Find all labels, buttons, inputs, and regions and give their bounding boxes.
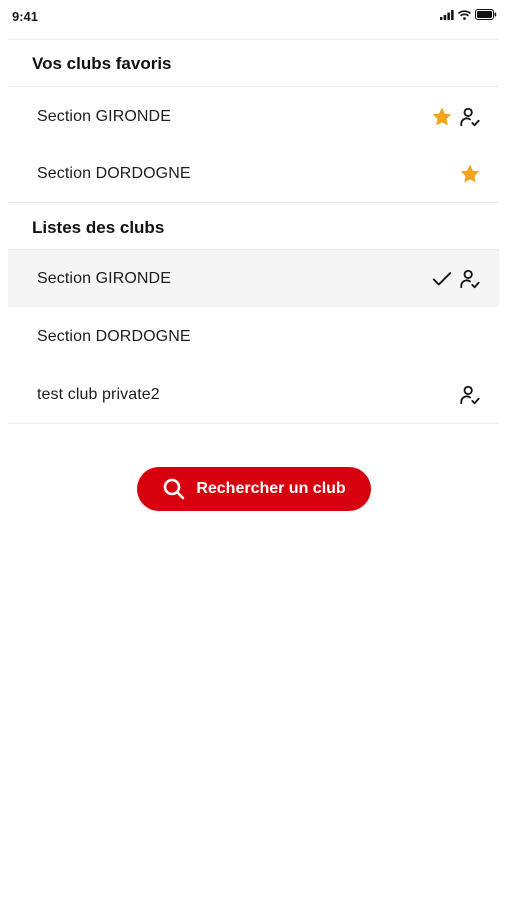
status-icons bbox=[440, 7, 497, 25]
club-name: Section GIRONDE bbox=[37, 269, 171, 287]
star-icon[interactable] bbox=[431, 106, 453, 128]
club-name: Section DORDOGNE bbox=[37, 327, 191, 345]
club-row-dordogne[interactable]: Section DORDOGNE bbox=[8, 308, 499, 365]
divider bbox=[8, 39, 499, 40]
club-name: test club private2 bbox=[37, 385, 160, 403]
divider bbox=[8, 86, 499, 87]
favorite-club-row-dordogne[interactable]: Section DORDOGNE bbox=[8, 145, 499, 202]
club-name: Section GIRONDE bbox=[37, 107, 171, 125]
divider bbox=[8, 423, 499, 424]
club-row-gironde[interactable]: Section GIRONDE bbox=[8, 250, 499, 307]
search-club-button[interactable]: Rechercher un club bbox=[137, 467, 371, 511]
user-check-icon bbox=[459, 384, 481, 406]
user-check-icon bbox=[459, 106, 481, 128]
signal-icon bbox=[440, 7, 454, 25]
club-row-test-private2[interactable]: test club private2 bbox=[8, 366, 499, 423]
status-time: 9:41 bbox=[12, 8, 39, 24]
status-bar: 9:41 bbox=[0, 0, 507, 34]
star-icon[interactable] bbox=[459, 163, 481, 185]
search-club-label: Rechercher un club bbox=[196, 480, 346, 497]
clubs-section-title: Listes des clubs bbox=[32, 218, 165, 237]
divider bbox=[8, 202, 499, 203]
user-check-icon bbox=[459, 268, 481, 290]
battery-icon bbox=[475, 7, 497, 25]
club-name: Section DORDOGNE bbox=[37, 164, 191, 182]
wifi-icon bbox=[457, 7, 472, 25]
search-icon bbox=[162, 477, 186, 501]
checkmark-icon bbox=[431, 268, 453, 290]
favorites-section-title: Vos clubs favoris bbox=[32, 54, 172, 73]
favorite-club-row-gironde[interactable]: Section GIRONDE bbox=[8, 88, 499, 145]
